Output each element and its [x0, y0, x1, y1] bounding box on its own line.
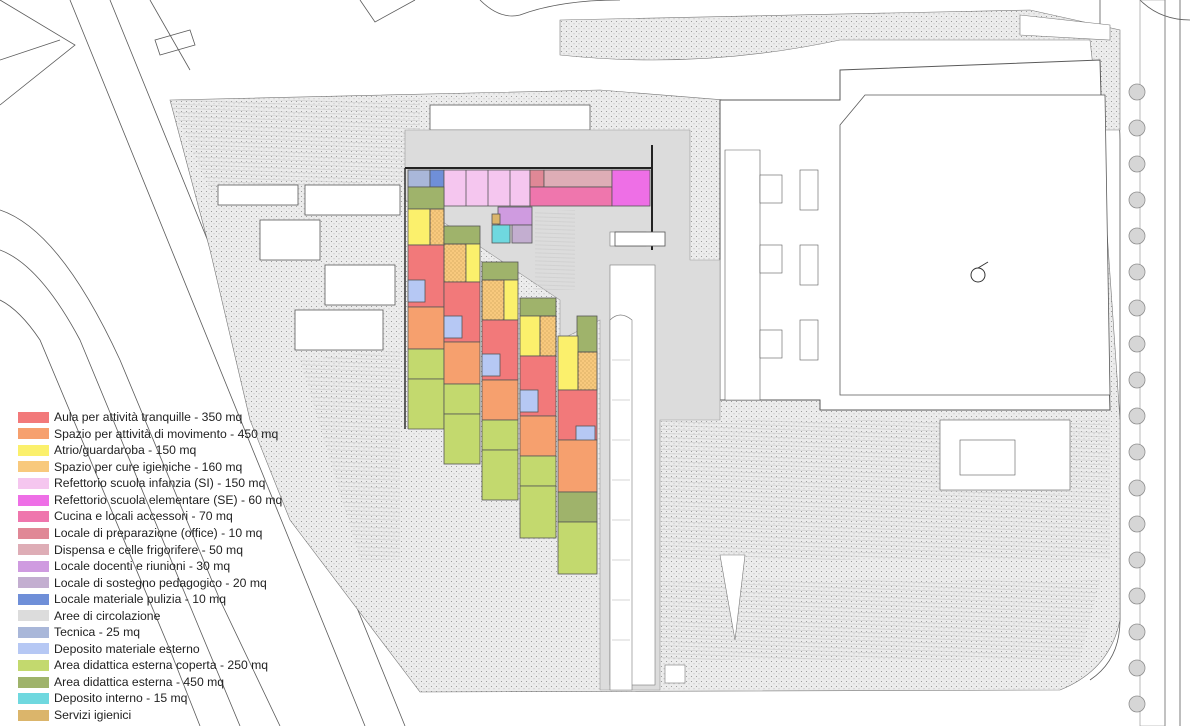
legend-label: Aree di circolazione	[54, 608, 161, 623]
legend-swatch	[18, 577, 49, 589]
legend-label: Locale docenti e riunioni - 30 mq	[54, 559, 231, 574]
legend-item: Refettorio scuola elementare (SE) - 60 m…	[18, 492, 348, 509]
legend-label: Locale materiale pulizia - 10 mq	[54, 592, 227, 607]
legend-label: Area didattica esterna coperta - 250 mq	[54, 658, 269, 673]
legend-swatch	[18, 511, 49, 523]
legend-swatch	[18, 643, 49, 655]
legend-swatch	[18, 477, 49, 489]
legend-item: Servizi igienici	[18, 707, 348, 724]
legend-label: Area didattica esterna - 450 mq	[54, 674, 225, 689]
legend-item: Aula per attività tranquille - 350 mq	[18, 409, 348, 426]
legend-item: Spazio per attività di movimento - 450 m…	[18, 426, 348, 443]
legend-swatch	[18, 494, 49, 506]
legend-label: Locale di sostegno pedagogico - 20 mq	[54, 575, 267, 590]
legend-item: Refettorio scuola infanzia (SI) - 150 mq	[18, 475, 348, 492]
legend-item: Dispensa e celle frigorifere - 50 mq	[18, 541, 348, 558]
legend-label: Spazio per attività di movimento - 450 m…	[54, 426, 279, 441]
legend-label: Locale di preparazione (office) - 10 mq	[54, 526, 263, 540]
legend-item: Locale materiale pulizia - 10 mq	[18, 591, 348, 608]
legend-swatch	[18, 659, 49, 671]
legend-label: Spazio per cure igieniche - 160 mq	[54, 459, 243, 474]
legend-label: Aula per attività tranquille - 350 mq	[54, 410, 243, 425]
legend-item: Locale di sostegno pedagogico - 20 mq	[18, 574, 348, 591]
legend-swatch	[18, 428, 49, 440]
legend-item: Cucina e locali accessori - 70 mq	[18, 508, 348, 525]
legend-label: Deposito interno - 15 mq	[54, 691, 188, 706]
tree-row	[1128, 83, 1146, 713]
legend-swatch	[18, 411, 49, 423]
legend-label: Servizi igienici	[54, 708, 132, 723]
legend-label: Cucina e locali accessori - 70 mq	[54, 509, 233, 524]
legend-label: Tecnica - 25 mq	[54, 625, 141, 640]
legend-item: Atrio/guardaroba - 150 mq	[18, 442, 348, 459]
legend-swatch	[18, 593, 49, 605]
legend-item: Area didattica esterna - 450 mq	[18, 674, 348, 691]
legend-swatch	[18, 626, 49, 638]
legend-swatch	[18, 527, 49, 539]
legend-swatch	[18, 610, 49, 622]
legend-label: Refettorio scuola infanzia (SI) - 150 mq	[54, 476, 266, 491]
legend-swatch	[18, 560, 49, 572]
legend-item: Aree di circolazione	[18, 608, 348, 625]
legend-item: Locale docenti e riunioni - 30 mq	[18, 558, 348, 575]
legend-swatch	[18, 676, 49, 688]
legend-item: Area didattica esterna coperta - 250 mq	[18, 657, 348, 674]
legend-item: Tecnica - 25 mq	[18, 624, 348, 641]
legend-item: Spazio per cure igieniche - 160 mq	[18, 459, 348, 476]
legend-swatch	[18, 444, 49, 456]
legend-swatch	[18, 461, 49, 473]
legend-swatch	[18, 544, 49, 556]
legend: Aula per attività tranquille - 350 mq Spa…	[18, 409, 348, 723]
legend-label: Atrio/guardaroba - 150 mq	[54, 443, 197, 458]
legend-swatch	[18, 709, 49, 721]
legend-swatch	[18, 693, 49, 705]
legend-label: Refettorio scuola elementare (SE) - 60 m…	[54, 492, 283, 507]
legend-item: Deposito materiale esterno	[18, 641, 348, 658]
legend-item: Deposito interno - 15 mq	[18, 690, 348, 707]
legend-item: Locale di preparazione (office) - 10 mq	[18, 525, 348, 542]
legend-label: Dispensa e celle frigorifere - 50 mq	[54, 542, 243, 557]
legend-label: Deposito materiale esterno	[54, 641, 200, 656]
